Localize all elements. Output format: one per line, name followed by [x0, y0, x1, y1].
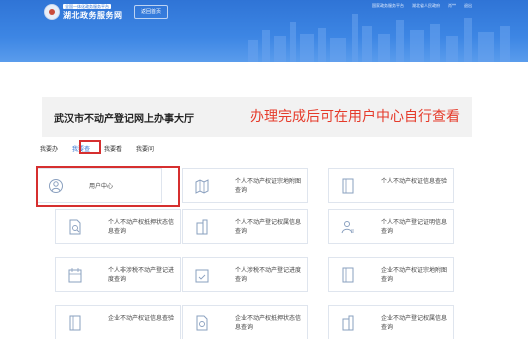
building-icon [196, 219, 208, 235]
service-card[interactable]: 个人不动产登记证明信息查询 [328, 209, 454, 244]
card-label: 企业不动产权证宗地附图查询 [381, 267, 448, 283]
card-label: 个人涉税不动产登记进度查询 [235, 267, 302, 283]
platform-subtitle: 全国一体化政务服务平台 [63, 4, 111, 9]
service-card[interactable]: 个人不动产权证信息查验 [328, 168, 454, 203]
page-title: 武汉市不动产登记网上办事大厅 [54, 114, 194, 125]
card-label: 个人不动产权证宗地附图查询 [235, 178, 302, 194]
tab-query-highlight-box [79, 140, 101, 154]
provincial-government-link[interactable]: 湖北省人民政府 [412, 3, 440, 9]
top-links: 国家政务服务平台 湖北省人民政府 肖** 退出 [372, 3, 472, 9]
return-home-button[interactable]: 返回首页 [134, 5, 168, 19]
user-name-link[interactable]: 肖** [448, 3, 456, 9]
tab-view[interactable]: 我要看 [104, 144, 122, 153]
site-logo-title[interactable]: 湖北政务服务网 [63, 10, 123, 21]
service-card[interactable]: 企业不动产登记权属信息查询 [328, 305, 454, 339]
tab-ask[interactable]: 我要问 [136, 144, 154, 153]
service-card[interactable]: 个人非涉税不动产登记进度查询 [55, 257, 181, 292]
book-icon [69, 315, 81, 331]
service-card[interactable]: 个人不动产权抵押状态信息查询 [55, 209, 181, 244]
service-card[interactable]: 个人不动产权证宗地附图查询 [182, 168, 308, 203]
map-icon [195, 179, 209, 194]
person-list-icon [341, 221, 354, 234]
calendar-icon [68, 268, 82, 283]
page-header: 全国一体化政务服务平台 湖北政务服务网 返回首页 国家政务服务平台 湖北省人民政… [0, 0, 528, 62]
calendar-check-icon [195, 269, 209, 283]
card-label: 个人不动产权证信息查验 [381, 178, 448, 185]
service-tabs: 我要办 我要查 我要看 我要问 [40, 144, 168, 153]
hall-banner: 武汉市不动产登记网上办事大厅 办理完成后可在用户中心自行查看 [42, 97, 472, 137]
national-platform-link[interactable]: 国家政务服务平台 [372, 3, 404, 9]
user-center-highlight-box [36, 166, 180, 207]
card-label: 个人不动产权抵押状态信息查询 [108, 219, 175, 235]
book-icon [342, 267, 354, 283]
instruction-note: 办理完成后可在用户中心自行查看 [250, 109, 460, 125]
document-search-icon [69, 219, 81, 235]
card-label: 企业不动产权抵押状态信息查询 [235, 315, 302, 331]
service-card[interactable]: 企业不动产权证宗地附图查询 [328, 257, 454, 292]
card-label: 个人不动产登记证明信息查询 [381, 219, 448, 235]
service-card[interactable]: 个人不动产登记权属信息查询 [182, 209, 308, 244]
city-skyline-image [248, 14, 510, 62]
card-label: 企业不动产登记权属信息查询 [381, 315, 448, 331]
service-card[interactable]: 个人涉税不动产登记进度查询 [182, 257, 308, 292]
logout-link[interactable]: 退出 [464, 3, 472, 9]
card-label: 企业不动产权证信息查验 [108, 315, 175, 322]
document-search-icon [196, 315, 208, 331]
service-card[interactable]: 企业不动产权证信息查验 [55, 305, 181, 339]
building-icon [342, 315, 354, 331]
card-label: 个人不动产登记权属信息查询 [235, 219, 302, 235]
book-icon [342, 178, 354, 194]
card-label: 个人非涉税不动产登记进度查询 [108, 267, 175, 283]
emblem-icon [44, 4, 60, 20]
tab-apply[interactable]: 我要办 [40, 144, 58, 153]
service-card[interactable]: 企业不动产权抵押状态信息查询 [182, 305, 308, 339]
